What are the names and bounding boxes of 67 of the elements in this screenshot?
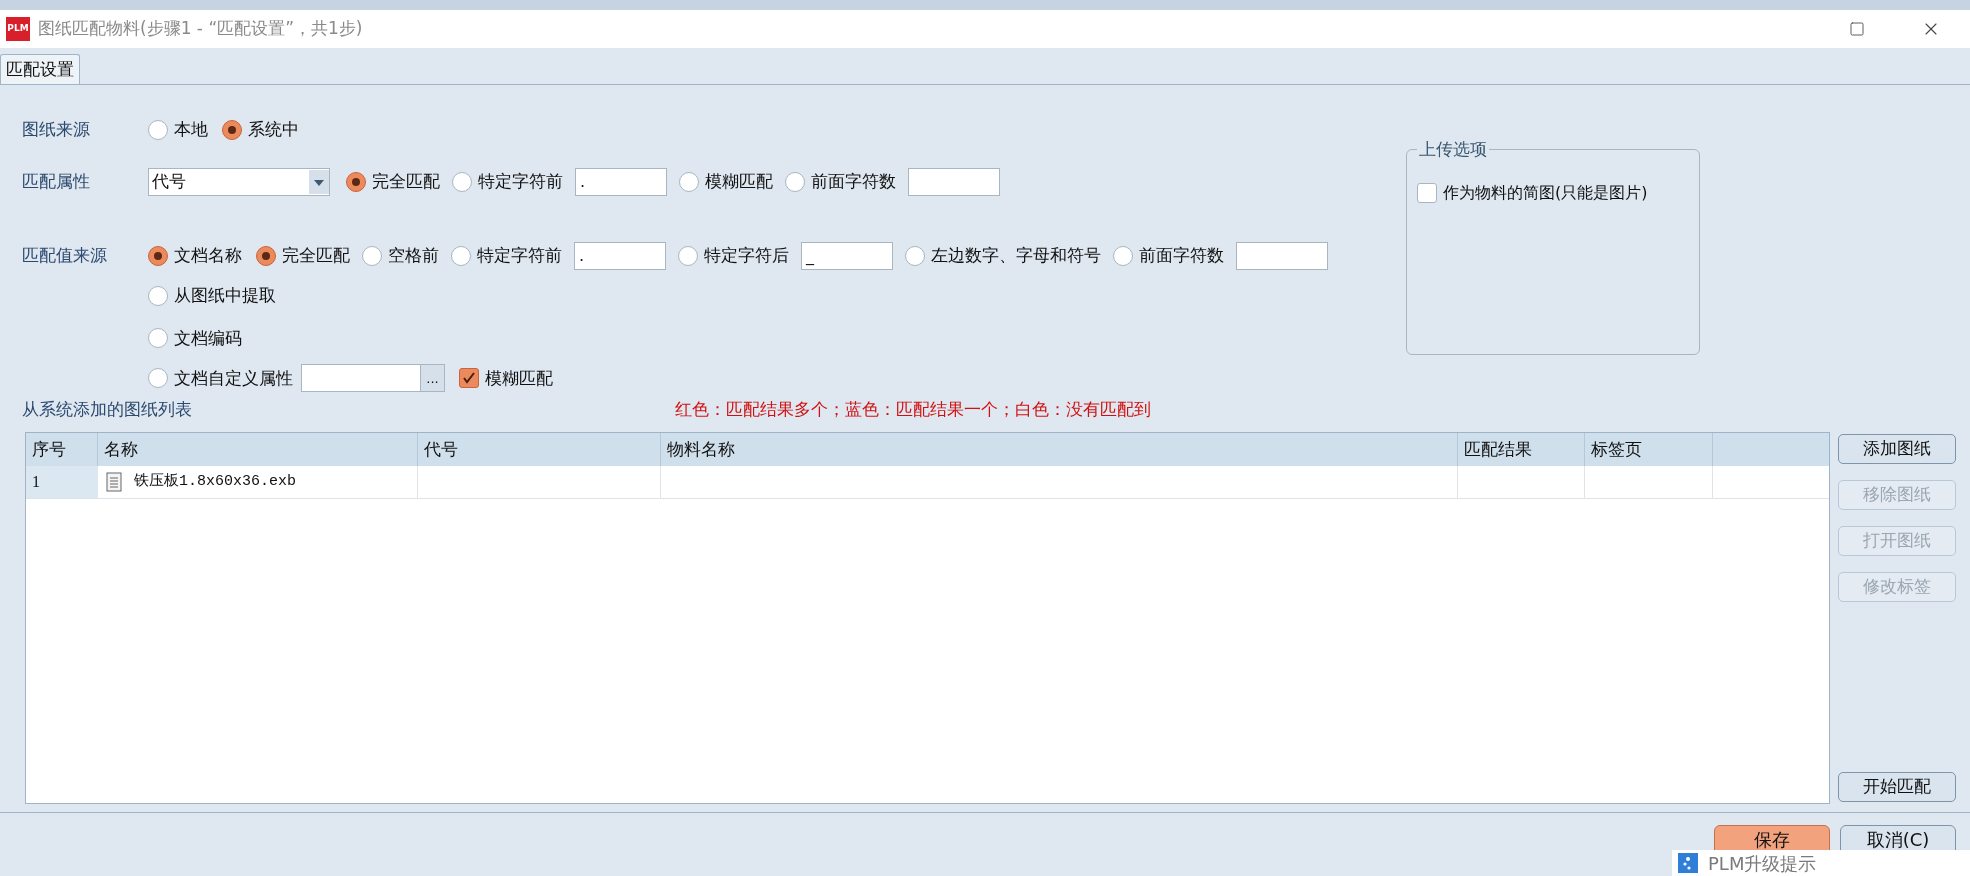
text-field[interactable]: . [575,167,667,196]
option-label: 完全匹配 [282,244,350,268]
text-field[interactable] [908,167,1000,196]
radio-button[interactable] [346,171,366,192]
radio-button[interactable] [451,245,471,266]
field-label: 图纸来源 [22,117,91,141]
maximize-icon [1849,21,1865,37]
column-header: 名称 [98,433,418,466]
column-header: 标签页 [1585,433,1713,466]
tab[interactable]: 匹配设置 [0,54,80,84]
option-label: 特定字符前 [477,244,562,268]
window-title: 图纸匹配物料(步骤1 - “匹配设置”，共1步) [38,17,363,41]
row-number-cell: 1 [26,466,98,498]
option-label: 文档名称 [174,244,242,268]
option-label: 前面字符数 [811,170,896,193]
text-field[interactable] [1236,241,1328,270]
radio-button[interactable] [148,368,168,389]
document-icon [106,472,122,492]
column-header: 代号 [418,433,661,466]
option-label: 本地 [174,117,208,141]
text-field[interactable]: _ [801,241,893,270]
browse-button[interactable]: ... [421,364,445,393]
notification-popup[interactable]: PLM升级提示 [1672,850,1970,876]
option-label: 文档编码 [174,326,242,350]
checkbox[interactable] [1417,182,1437,203]
notification-icon [1678,853,1698,873]
radio-button[interactable] [452,171,472,192]
radio-button[interactable] [222,119,242,140]
radio-button[interactable] [785,171,805,192]
option-label: 特定字符前 [478,170,563,193]
checkbox-label: 作为物料的简图(只能是图片) [1443,181,1648,204]
option-label: 完全匹配 [372,170,440,193]
start-match-button[interactable]: 开始匹配 [1838,772,1956,802]
radio-button[interactable] [148,245,168,266]
radio-button[interactable] [362,245,382,266]
side-button[interactable]: 添加图纸 [1838,434,1956,464]
field-label: 匹配值来源 [22,244,108,268]
list-title: 从系统添加的图纸列表 [22,398,193,422]
radio-button[interactable] [1113,245,1133,266]
column-header: 匹配结果 [1458,433,1585,466]
dropdown[interactable]: 代号 [148,167,330,196]
option-label: 左边数字、字母和符号 [931,244,1101,268]
check-icon [462,371,476,386]
table-cell-text: 铁压板1.8x60x36.exb [134,471,297,492]
radio-button[interactable] [679,171,699,192]
option-label: 特定字符后 [704,244,789,268]
field-label: 匹配属性 [22,170,91,193]
color-legend: 红色：匹配结果多个；蓝色：匹配结果一个；白色：没有匹配到 [675,397,1151,423]
radio-button[interactable] [905,245,925,266]
group-title: 上传选项 [1418,138,1488,161]
option-label: 前面字符数 [1139,244,1224,268]
radio-button[interactable] [148,286,168,307]
option-label: 空格前 [388,244,439,268]
option-label: 从图纸中提取 [174,284,276,308]
checkbox[interactable] [459,368,479,389]
option-label: 系统中 [248,117,299,141]
text-field[interactable] [301,364,421,393]
radio-button[interactable] [148,119,168,140]
app-logo: PLM [6,17,30,41]
column-header: 物料名称 [661,433,1458,466]
option-label: 文档自定义属性 [174,366,293,390]
option-label: 模糊匹配 [705,170,773,193]
radio-button[interactable] [148,328,168,349]
radio-button[interactable] [678,245,698,266]
checkbox-label: 模糊匹配 [485,366,553,390]
text-field[interactable]: . [574,241,666,270]
radio-button[interactable] [256,245,276,266]
